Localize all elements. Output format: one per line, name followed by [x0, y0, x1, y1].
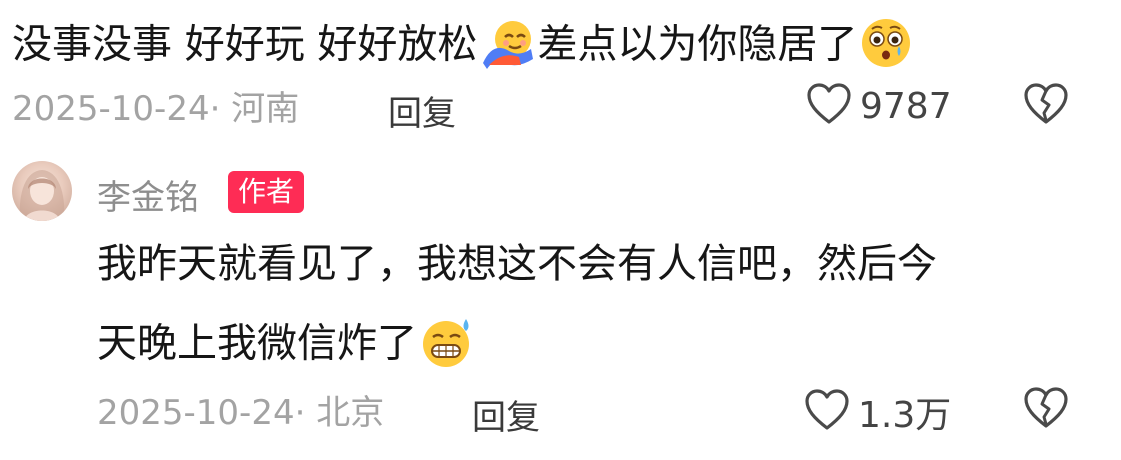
comment-2-reply-button[interactable]: 回复 — [472, 390, 540, 439]
hug-emoji-icon — [479, 17, 535, 76]
comment-2-date-location: 2025-10-24· 北京 — [97, 392, 385, 433]
comment-2-dislike-button[interactable] — [1022, 386, 1070, 434]
author-avatar[interactable] — [12, 161, 72, 221]
comment-1-meta: 2025-10-24· 河南 — [12, 80, 299, 130]
comment-2-line-1: 我昨天就看见了，我想这不会有人信吧，然后今 — [97, 241, 937, 287]
flushed-emoji-icon — [859, 16, 913, 77]
comment-1-text: 没事没事 好好玩 好好放松 差点以为你隐居了 — [12, 16, 915, 77]
author-name[interactable]: 李金铭 — [97, 170, 199, 219]
comment-2-like-button[interactable]: 1.3万 — [804, 386, 951, 438]
comment-1-dislike-button[interactable] — [1022, 82, 1070, 130]
comment-1-date-location: 2025-10-24· 河南 — [12, 88, 300, 129]
heart-outline-icon — [806, 82, 852, 130]
comment-1-reply-button[interactable]: 回复 — [388, 86, 456, 135]
comment-2-meta: 2025-10-24· 北京 — [97, 384, 384, 434]
comment-1-like-count: 9787 — [860, 85, 952, 127]
grimacing-sweat-emoji-icon — [419, 315, 475, 376]
comment-2-line-2-text: 天晚上我微信炸了 — [97, 320, 417, 367]
comment-1-text-part2: 差点以为你隐居了 — [537, 21, 858, 68]
broken-heart-icon — [1022, 387, 1070, 434]
comment-2-like-count: 1.3万 — [858, 395, 952, 436]
author-badge: 作者 — [228, 171, 305, 213]
comment-2-line-2: 天晚上我微信炸了 — [97, 315, 477, 376]
heart-outline-icon — [804, 388, 850, 436]
broken-heart-icon — [1022, 83, 1070, 130]
comment-1-like-button[interactable]: 9787 — [806, 82, 952, 130]
comment-1-text-part1: 没事没事 好好玩 好好放松 — [12, 21, 478, 68]
